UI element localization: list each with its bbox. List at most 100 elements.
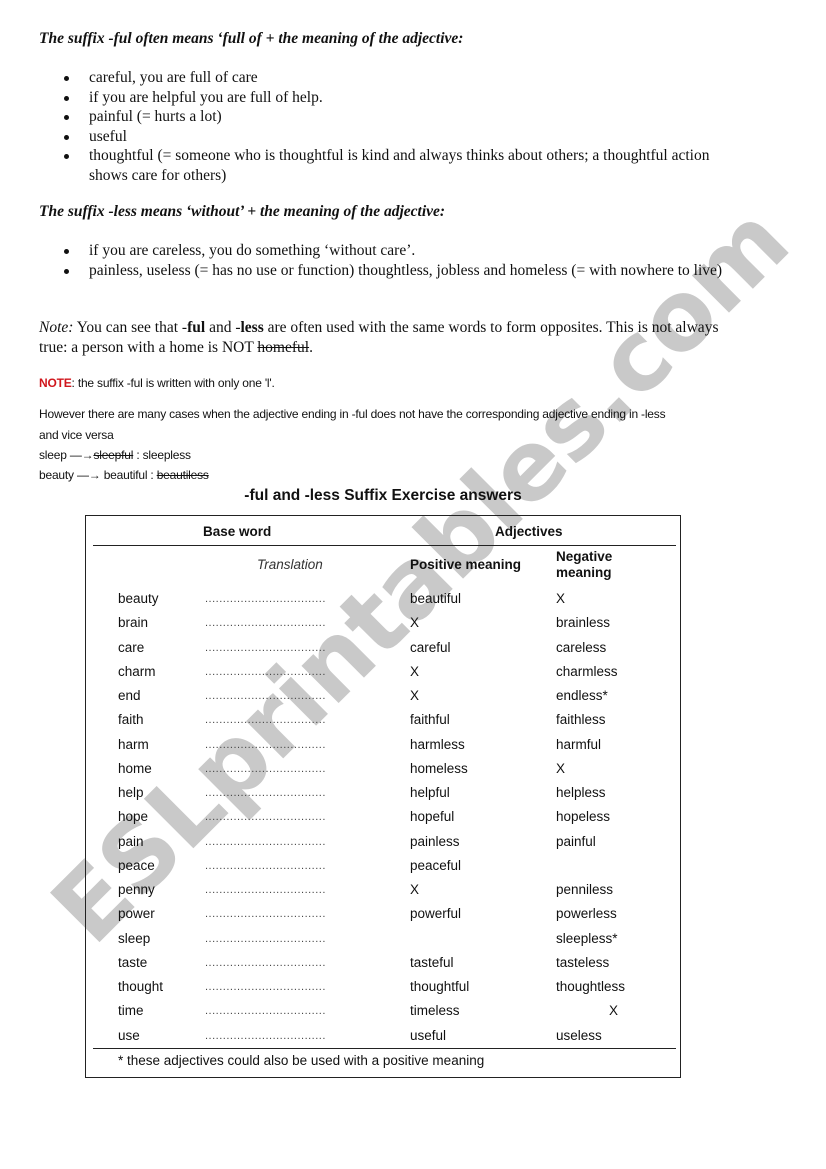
translation-blank[interactable]: .................................. [205, 1005, 326, 1017]
example-beauty: beauty —→ beautiful : beautiless [39, 465, 209, 485]
positive-adjective-cell: X [410, 882, 420, 897]
positive-adjective-cell: useful [410, 1027, 447, 1043]
positive-adjective-cell: homeless [410, 760, 468, 776]
translation-blank[interactable]: .................................. [205, 787, 326, 799]
negative-adjective-cell: brainless [556, 615, 611, 631]
base-word-cell: faith [118, 712, 144, 728]
note-struck-word: homeful [257, 339, 310, 356]
translation-blank[interactable]: .................................. [205, 884, 326, 896]
base-word-cell: harm [118, 736, 149, 752]
base-word-cell: home [118, 760, 152, 776]
header-translation: Translation [257, 557, 323, 572]
base-word-cell: end [118, 688, 141, 703]
example-struck: sleepful [93, 448, 134, 462]
table-row: charm.................................. X… [86, 664, 682, 688]
small-note-label: NOTE [39, 376, 72, 390]
table-row: taste.................................. t… [86, 955, 682, 979]
ful-bullet-list: careful, you are full of care if you are… [60, 68, 719, 185]
negative-adjective-cell: harmful [556, 736, 602, 752]
table-row: pain.................................. pa… [86, 834, 682, 858]
positive-adjective-cell: X [410, 688, 420, 703]
less-bullet-item: if you are careless, you do something ‘w… [60, 241, 729, 261]
base-word-cell: penny [118, 882, 155, 897]
base-word-cell: sleep [118, 930, 151, 946]
negative-adjective-cell: useless [556, 1027, 602, 1043]
translation-blank[interactable]: .................................. [205, 617, 326, 629]
example-base: beauty [39, 468, 77, 482]
negative-adjective-cell: thoughtless [556, 979, 626, 994]
negative-adjective-cell: sleepless* [556, 930, 618, 946]
ful-bullet-item: painful (= hurts a lot) [60, 107, 719, 127]
table-row: thought.................................… [86, 979, 682, 1003]
note-bold-less: less [240, 319, 264, 336]
table-footnote: * these adjectives could also be used wi… [118, 1053, 485, 1068]
positive-adjective-cell: painless [410, 833, 460, 849]
small-note-text: : the suffix -ful is written with only o… [71, 376, 275, 390]
header-negative-meaning: Negative meaning [556, 549, 613, 580]
arrow-icon: —→ [76, 468, 101, 482]
translation-blank[interactable]: .................................. [205, 1030, 326, 1042]
base-word-cell: time [118, 1003, 144, 1019]
table-row: faith.................................. f… [86, 712, 682, 736]
note-bold-ful: ful [187, 319, 206, 336]
table-row: power.................................. p… [86, 906, 682, 930]
positive-adjective-cell: powerful [410, 906, 462, 922]
translation-blank[interactable]: .................................. [205, 981, 326, 993]
translation-blank[interactable]: .................................. [205, 763, 326, 775]
positive-adjective-cell: thoughtful [410, 979, 470, 994]
example-struck: beautiless [156, 468, 209, 482]
positive-adjective-cell: faithful [410, 712, 450, 728]
translation-blank[interactable]: .................................. [205, 666, 326, 678]
translation-blank[interactable]: .................................. [205, 860, 326, 872]
base-word-cell: power [118, 906, 155, 922]
translation-blank[interactable]: .................................. [205, 957, 326, 969]
negative-adjective-cell: charmless [556, 663, 618, 679]
translation-blank[interactable]: .................................. [205, 836, 326, 848]
translation-blank[interactable]: .................................. [205, 714, 326, 726]
table-row: beauty..................................… [86, 591, 682, 615]
negative-adjective-cell: helpless [556, 785, 606, 800]
translation-blank[interactable]: .................................. [205, 739, 326, 751]
header-base-word: Base word [203, 524, 272, 539]
header-divider [93, 545, 676, 546]
answers-table: Base word Adjectives Translation Positiv… [85, 515, 681, 1078]
base-word-cell: hope [118, 809, 149, 825]
table-row: home.................................. ho… [86, 761, 682, 785]
ful-bullet-item: thoughtful (= someone who is thoughtful … [60, 146, 719, 185]
translation-blank[interactable]: .................................. [205, 933, 326, 945]
negative-adjective-cell: powerless [556, 906, 617, 922]
positive-adjective-cell: hopeful [410, 809, 455, 825]
arrow-icon: —→ [69, 448, 94, 462]
translation-blank[interactable]: .................................. [205, 811, 326, 823]
note-text: You can see that - [73, 319, 188, 336]
negative-adjective-cell: faithless [556, 712, 606, 728]
example-base: sleep [39, 448, 70, 462]
negative-adjective-cell: hopeless [556, 809, 611, 825]
negative-adjective-cell: tasteless [556, 954, 610, 970]
less-heading: The suffix -less means ‘without’ + the m… [39, 203, 446, 220]
table-row: sleep.................................. s… [86, 931, 682, 955]
small-note: NOTE: the suffix -ful is written with on… [39, 373, 275, 393]
ful-bullet-item: useful [60, 127, 719, 147]
footnote-divider [93, 1048, 676, 1049]
positive-adjective-cell: beautiful [410, 591, 462, 606]
positive-adjective-cell: timeless [410, 1003, 460, 1019]
positive-adjective-cell: harmless [410, 736, 465, 752]
header-positive-meaning: Positive meaning [410, 557, 522, 572]
translation-blank[interactable]: .................................. [205, 642, 326, 654]
base-word-cell: care [118, 639, 145, 655]
base-word-cell: charm [118, 663, 156, 679]
table-row: time.................................. ti… [86, 1003, 682, 1027]
positive-adjective-cell: tasteful [410, 954, 454, 970]
example-result: beautiful : [100, 468, 157, 482]
translation-blank[interactable]: .................................. [205, 908, 326, 920]
negative-adjective-cell: X [556, 760, 566, 776]
table-row: penny.................................. X… [86, 882, 682, 906]
negative-adjective-cell: X [556, 591, 566, 606]
negative-adjective-cell: endless* [556, 688, 608, 703]
table-row: brain.................................. X… [86, 615, 682, 639]
translation-blank[interactable]: .................................. [205, 593, 326, 605]
translation-blank[interactable]: .................................. [205, 690, 326, 702]
base-word-cell: taste [118, 954, 148, 970]
less-bullet-item: painless, useless (= has no use or funct… [60, 261, 729, 281]
